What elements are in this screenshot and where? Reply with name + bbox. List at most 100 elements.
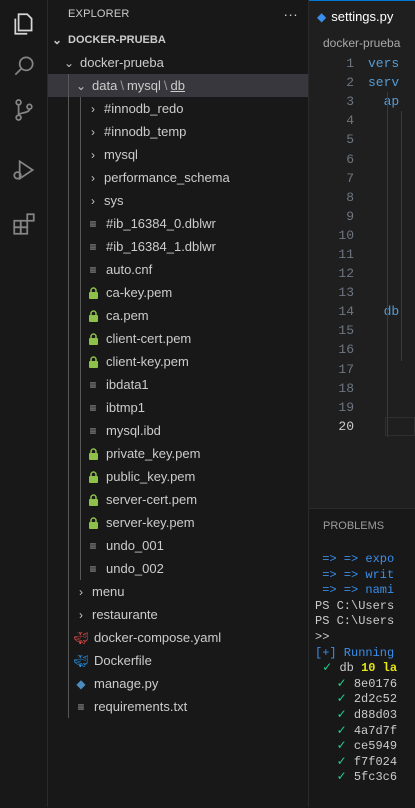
tree-indent-guide: [80, 304, 81, 327]
tree-item-label: ibtmp1: [106, 400, 146, 415]
line-number: 10: [338, 227, 354, 243]
code-line[interactable]: 7: [309, 169, 415, 188]
file-item[interactable]: ≡ undo_002: [48, 557, 308, 580]
code-line[interactable]: 15: [309, 321, 415, 340]
file-item[interactable]: ≡ undo_001: [48, 534, 308, 557]
line-number: 3: [346, 94, 354, 110]
tab-problems[interactable]: PROBLEMS: [309, 509, 415, 542]
code-line[interactable]: 8: [309, 188, 415, 207]
code-line[interactable]: 9: [309, 207, 415, 226]
tab-settings-py[interactable]: ◆ settings.py: [309, 0, 415, 32]
code-line[interactable]: 4: [309, 111, 415, 130]
code-line[interactable]: 13: [309, 283, 415, 302]
code-editor[interactable]: 1 vers 2 serv 3 ap 4 5 6 7 8 9 10 11 12 13 14 db 15 16 17 1…: [309, 54, 415, 437]
code-line[interactable]: 3 ap: [309, 92, 415, 111]
terminal-text: ✓: [315, 723, 354, 738]
folder-item[interactable]: ⌄ docker-prueba: [48, 51, 308, 74]
tree-item-label: restaurante: [92, 607, 158, 622]
tree-indent-guide: [68, 74, 69, 97]
folder-item[interactable]: › performance_schema: [48, 166, 308, 189]
chevron-down-icon: ⌄: [51, 32, 63, 47]
code-line[interactable]: 14 db: [309, 302, 415, 321]
file-item[interactable]: ≡ ibtmp1: [48, 396, 308, 419]
breadcrumb[interactable]: docker-prueba: [309, 32, 415, 54]
current-line-highlight: [385, 416, 415, 436]
run-debug-icon[interactable]: [0, 146, 48, 194]
folder-item[interactable]: › #innodb_temp: [48, 120, 308, 143]
folder-item[interactable]: › restaurante: [48, 603, 308, 626]
tree-item-label: #ib_16384_1.dblwr: [106, 239, 216, 254]
code-line[interactable]: 19: [309, 398, 415, 417]
extensions-icon[interactable]: [0, 200, 48, 248]
indent-guide: [401, 111, 402, 361]
file-item[interactable]: server-key.pem: [48, 511, 308, 534]
file-item[interactable]: ≡ mysql.ibd: [48, 419, 308, 442]
path-segment[interactable]: data: [92, 78, 117, 93]
code-line[interactable]: 2 serv: [309, 73, 415, 92]
code-line[interactable]: 1 vers: [309, 54, 415, 73]
code-line[interactable]: 10: [309, 226, 415, 245]
file-item[interactable]: public_key.pem: [48, 465, 308, 488]
workspace-root[interactable]: ⌄ DOCKER-PRUEBA: [48, 28, 308, 51]
tree-indent-guide: [80, 258, 81, 281]
tree-indent-guide: [68, 396, 69, 419]
file-lines-icon: ≡: [89, 377, 97, 392]
tree-indent-guide: [68, 419, 69, 442]
code-line[interactable]: 5: [309, 130, 415, 149]
search-icon[interactable]: [0, 42, 48, 90]
terminal-output[interactable]: => => expo => => writ => => nami PS C:\Us…: [309, 552, 415, 786]
tree-item-label: undo_002: [106, 561, 164, 576]
bottom-panel: PROBLEMS => => expo => => writ => => nam…: [309, 508, 415, 808]
code-line[interactable]: 18: [309, 379, 415, 398]
file-item[interactable]: client-cert.pem: [48, 327, 308, 350]
code-line[interactable]: 12: [309, 264, 415, 283]
tree-indent-guide: [68, 442, 69, 465]
file-lines-icon: ≡: [89, 262, 97, 277]
file-item[interactable]: ≡ auto.cnf: [48, 258, 308, 281]
file-item[interactable]: 🐳︎ Dockerfile: [48, 649, 308, 672]
folder-item[interactable]: › menu: [48, 580, 308, 603]
tree-indent-guide: [68, 304, 69, 327]
file-item[interactable]: ca.pem: [48, 304, 308, 327]
tree-indent-guide: [80, 557, 81, 580]
code-text: ap: [368, 94, 400, 110]
tree-item-label: client-cert.pem: [106, 331, 192, 346]
code-line[interactable]: 16: [309, 340, 415, 359]
path-segment[interactable]: mysql: [127, 78, 161, 93]
tree-item-label: performance_schema: [104, 170, 230, 185]
files-icon[interactable]: [0, 0, 48, 48]
file-item[interactable]: server-cert.pem: [48, 488, 308, 511]
code-line[interactable]: 11: [309, 245, 415, 264]
file-item[interactable]: ≡ requirements.txt: [48, 695, 308, 718]
terminal-text: 8e0176: [353, 676, 398, 691]
folder-item[interactable]: ⌄ data \ mysql \ db: [48, 74, 308, 97]
path-segment[interactable]: db: [171, 78, 185, 93]
terminal-line: ✓ d88d03: [315, 708, 415, 724]
lock-icon: [86, 309, 100, 322]
terminal-text: PS C:\Users: [315, 614, 395, 629]
tree-item-label: Dockerfile: [94, 653, 152, 668]
code-line[interactable]: 17: [309, 360, 415, 379]
folder-item[interactable]: › mysql: [48, 143, 308, 166]
line-number: 20: [338, 418, 354, 434]
tab-label: settings.py: [331, 9, 394, 24]
file-item[interactable]: private_key.pem: [48, 442, 308, 465]
file-item[interactable]: ca-key.pem: [48, 281, 308, 304]
tree-indent-guide: [80, 120, 81, 143]
code-line[interactable]: 6: [309, 149, 415, 168]
file-item[interactable]: ◆ manage.py: [48, 672, 308, 695]
more-actions-icon[interactable]: ···: [283, 6, 298, 22]
folder-item[interactable]: › #innodb_redo: [48, 97, 308, 120]
file-item[interactable]: ≡ #ib_16384_0.dblwr: [48, 212, 308, 235]
file-item[interactable]: ≡ #ib_16384_1.dblwr: [48, 235, 308, 258]
tree-indent-guide: [80, 327, 81, 350]
chevron-right-icon: ›: [91, 101, 95, 116]
terminal-line: => => expo: [315, 552, 415, 568]
file-item[interactable]: 🐳︎ docker-compose.yaml: [48, 626, 308, 649]
source-control-icon[interactable]: [0, 86, 48, 134]
lock-icon: [86, 493, 100, 506]
file-item[interactable]: client-key.pem: [48, 350, 308, 373]
folder-item[interactable]: › sys: [48, 189, 308, 212]
terminal-text: d88d03: [353, 707, 398, 722]
file-item[interactable]: ≡ ibdata1: [48, 373, 308, 396]
